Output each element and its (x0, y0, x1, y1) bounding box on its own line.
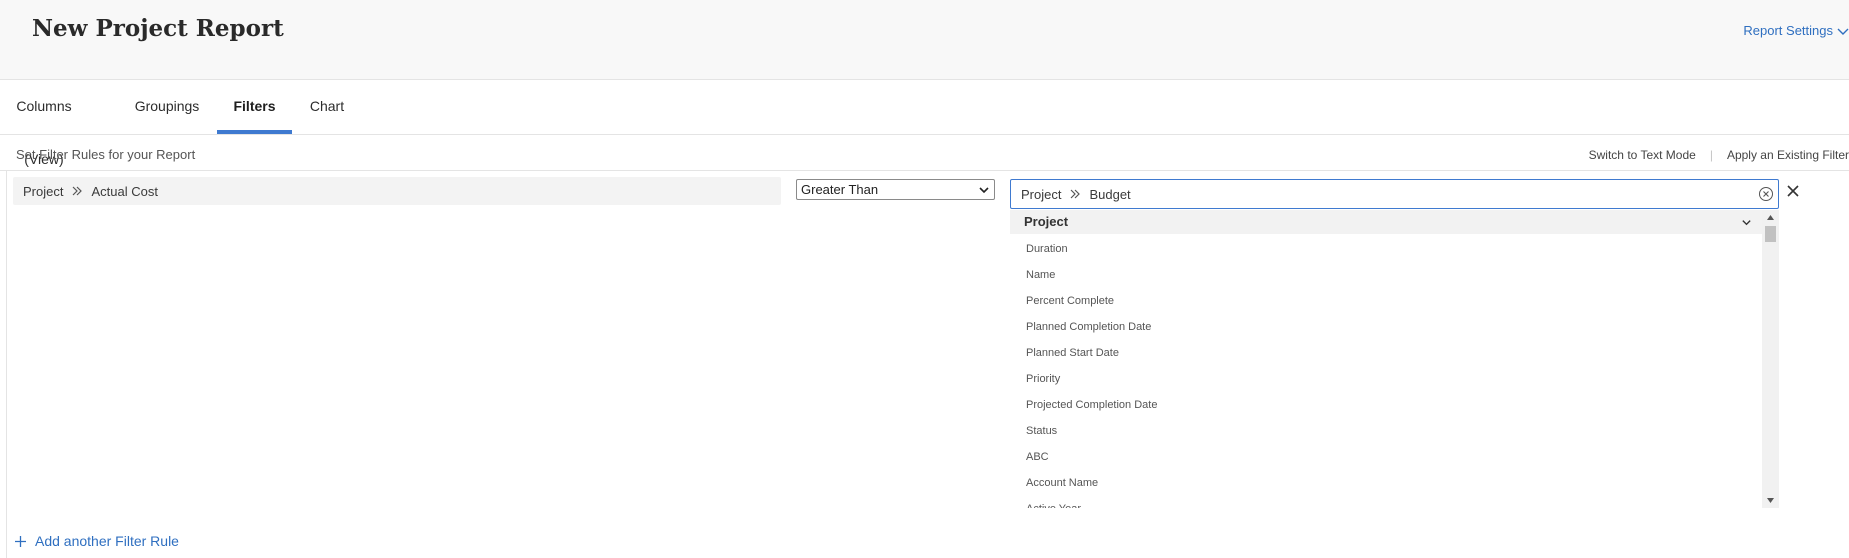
dropdown-group-header[interactable]: Project (1010, 210, 1762, 234)
scroll-up-arrow-icon[interactable] (1766, 213, 1775, 222)
report-settings-label: Report Settings (1743, 23, 1833, 38)
dropdown-item[interactable]: Active Year (1010, 496, 1762, 508)
dropdown-item[interactable]: Name (1010, 262, 1762, 288)
filter-rules-title: Set Filter Rules for your Report (16, 147, 196, 162)
apply-existing-filter-link[interactable]: Apply an Existing Filter (1727, 148, 1849, 162)
value-field-label: Budget (1089, 186, 1131, 202)
filter-rules-actions: Switch to Text Mode | Apply an Existing … (1589, 148, 1849, 162)
tab-columns-view[interactable]: Columns (View) (0, 80, 88, 167)
filter-value-input[interactable]: Project Budget (1010, 179, 1779, 209)
dropdown-group-label: Project (1024, 214, 1069, 229)
tab-chart[interactable]: Chart (292, 80, 362, 134)
add-filter-rule-button[interactable]: Add another Filter Rule (14, 533, 179, 549)
field-dropdown: Project Duration Name Percent Complete P… (1010, 210, 1779, 508)
action-divider: | (1709, 148, 1713, 162)
dropdown-item[interactable]: Projected Completion Date (1010, 392, 1762, 418)
dropdown-item[interactable]: Priority (1010, 366, 1762, 392)
field-object-label: Project (23, 183, 64, 199)
dropdown-item[interactable]: Account Name (1010, 470, 1762, 496)
rules-panel-border (6, 171, 7, 558)
filter-rules-bar: Set Filter Rules for your Report Switch … (0, 135, 1849, 171)
dropdown-item[interactable]: Planned Start Date (1010, 340, 1762, 366)
dropdown-list: Duration Name Percent Complete Planned C… (1010, 236, 1762, 508)
page-title: New Project Report (32, 15, 284, 42)
field-name-label: Actual Cost (91, 183, 158, 199)
scrollbar-thumb[interactable] (1765, 226, 1776, 242)
report-header: New Project Report Report Settings (0, 0, 1849, 80)
clear-icon[interactable] (1758, 186, 1774, 202)
scroll-down-arrow-icon[interactable] (1766, 496, 1775, 505)
dropdown-item[interactable]: Planned Completion Date (1010, 314, 1762, 340)
dropdown-item[interactable]: Percent Complete (1010, 288, 1762, 314)
double-chevron-right-icon (73, 186, 83, 196)
value-object-label: Project (1021, 186, 1062, 202)
tab-filters[interactable]: Filters (217, 80, 292, 134)
chevron-down-icon (1837, 28, 1849, 35)
dropdown-item[interactable]: Status (1010, 418, 1762, 444)
tab-groupings[interactable]: Groupings (117, 80, 217, 134)
chevron-down-icon (1742, 220, 1751, 226)
close-icon[interactable] (1785, 183, 1801, 199)
chevron-down-icon (979, 186, 989, 193)
operator-value: Greater Than (801, 182, 879, 197)
report-settings-button[interactable]: Report Settings (1743, 23, 1849, 38)
filter-field-pill[interactable]: Project Actual Cost (13, 177, 781, 205)
plus-icon (15, 535, 26, 547)
double-chevron-right-icon (1071, 189, 1081, 199)
report-tabs: Columns (View) Groupings Filters Chart (0, 80, 1849, 167)
dropdown-item[interactable]: ABC (1010, 444, 1762, 470)
dropdown-scrollbar[interactable] (1762, 210, 1779, 508)
operator-select[interactable]: Greater Than (796, 179, 995, 200)
add-filter-rule-label: Add another Filter Rule (35, 533, 179, 549)
switch-to-text-mode-link[interactable]: Switch to Text Mode (1589, 148, 1696, 162)
dropdown-item[interactable]: Duration (1010, 236, 1762, 262)
